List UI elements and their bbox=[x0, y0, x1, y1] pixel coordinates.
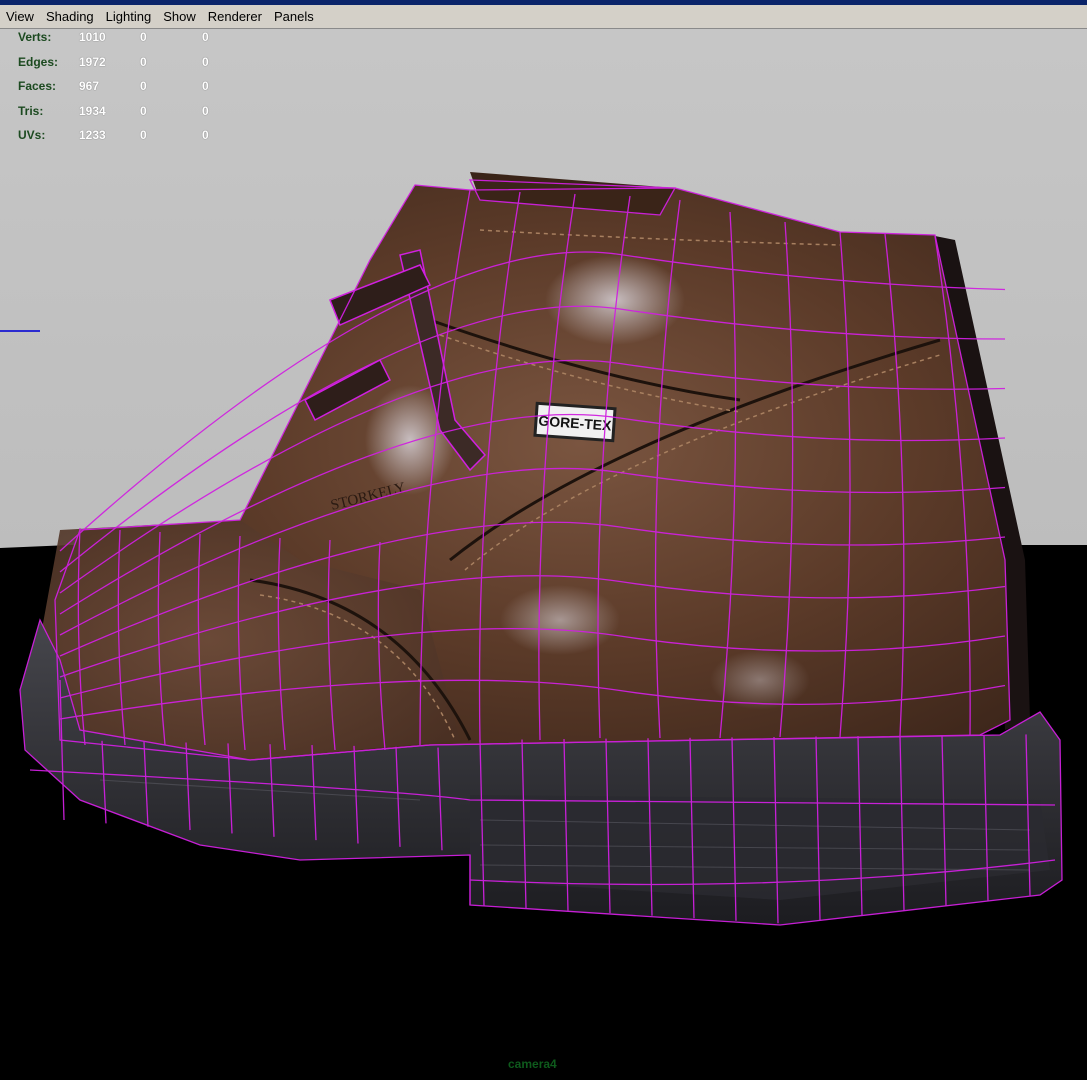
hud-label: Tris: bbox=[18, 103, 44, 118]
menu-shading[interactable]: Shading bbox=[40, 5, 100, 28]
hud-label: UVs: bbox=[18, 128, 46, 142]
hud-value: 0 bbox=[202, 79, 209, 93]
hud-value: 0 bbox=[202, 103, 209, 118]
grid-axis-indicator bbox=[0, 330, 40, 332]
hud-value: 0 bbox=[202, 128, 209, 142]
menu-show[interactable]: Show bbox=[157, 5, 202, 28]
hud-value: 0 bbox=[202, 54, 209, 69]
menu-panels[interactable]: Panels bbox=[268, 5, 320, 28]
menu-renderer[interactable]: Renderer bbox=[202, 5, 268, 28]
3d-viewport[interactable]: GORE-TEX STORKELY bbox=[0, 29, 1087, 1080]
panel-menubar: View Shading Lighting Show Renderer Pane… bbox=[0, 5, 1087, 29]
hud-value: 1934 bbox=[79, 103, 106, 118]
hud-value: 0 bbox=[140, 30, 147, 44]
menu-view[interactable]: View bbox=[0, 5, 40, 28]
viewport-scene: GORE-TEX STORKELY bbox=[0, 29, 1087, 1080]
hud-label: Verts: bbox=[18, 30, 52, 44]
menu-lighting[interactable]: Lighting bbox=[100, 5, 158, 28]
hud-value: 1972 bbox=[79, 54, 106, 69]
hud-value: 0 bbox=[140, 128, 147, 142]
hud-value: 0 bbox=[140, 103, 147, 118]
highlight bbox=[545, 255, 685, 345]
hud-value: 1233 bbox=[79, 128, 106, 142]
hud-value: 0 bbox=[140, 54, 147, 69]
hud-value: 1010 bbox=[79, 30, 106, 44]
hud-label: Faces: bbox=[18, 79, 57, 93]
hud-value: 0 bbox=[140, 79, 147, 93]
hud-value: 967 bbox=[79, 79, 100, 93]
hud-label: Edges: bbox=[18, 54, 59, 69]
highlight bbox=[500, 585, 620, 655]
camera-name-label: camera4 bbox=[508, 1057, 557, 1071]
hud-value: 0 bbox=[202, 30, 209, 44]
